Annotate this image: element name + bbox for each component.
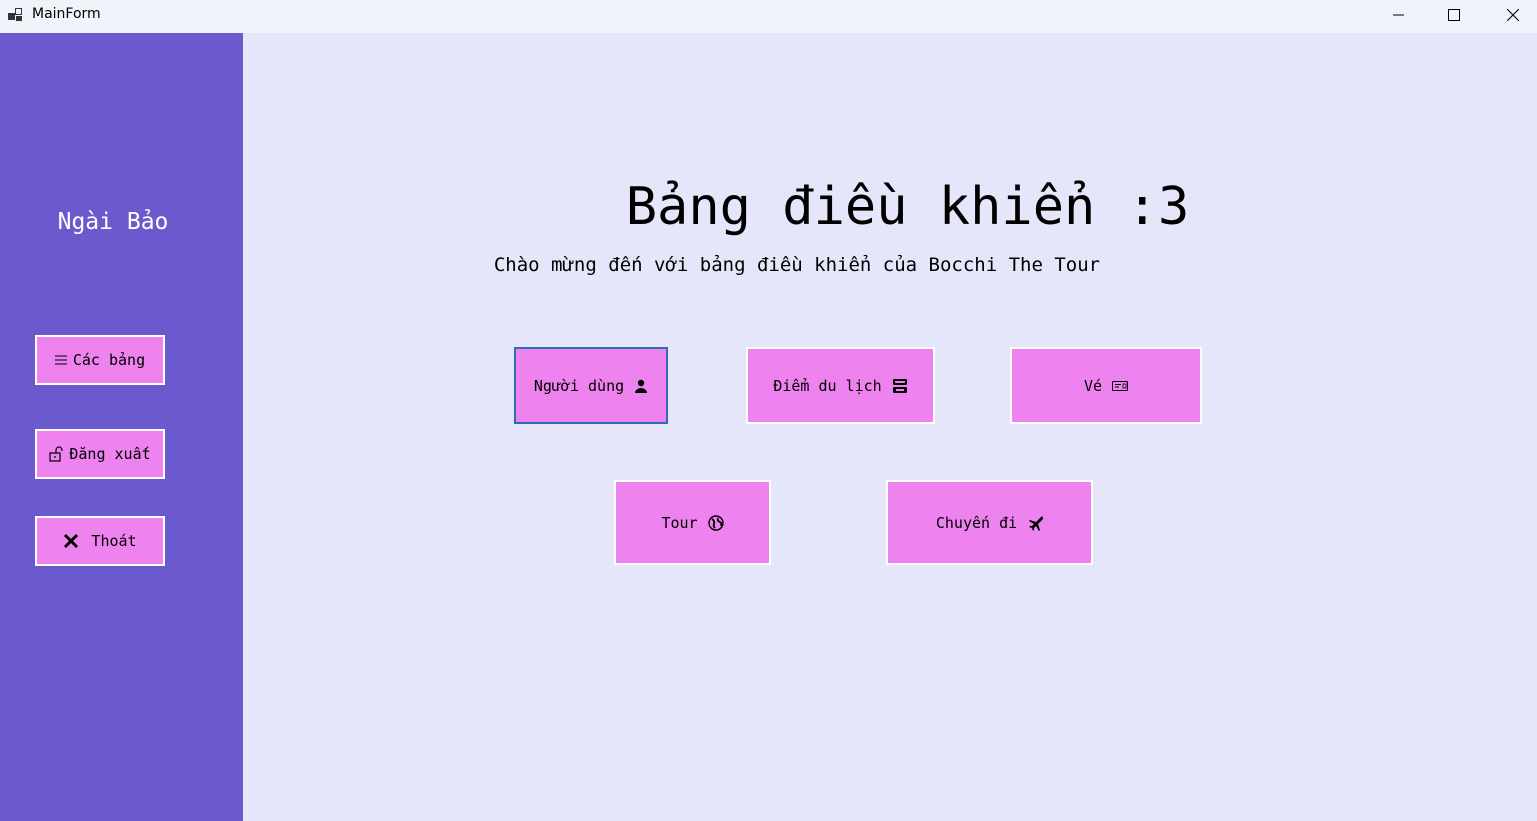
sidebar: Ngài Bảo Các bảng Đăng xuất Thoát xyxy=(0,33,243,821)
title-bar[interactable]: MainForm xyxy=(0,0,1537,33)
tickets-tile-label: Vé xyxy=(1083,376,1103,395)
users-tile-button[interactable]: Người dùng xyxy=(514,347,668,424)
exit-button-label: Thoát xyxy=(91,532,137,550)
page-title: Bảng điều khiển :3 xyxy=(625,177,1190,237)
tables-button-label: Các bảng xyxy=(72,351,146,369)
minimize-button[interactable] xyxy=(1370,0,1428,30)
trips-tile-button[interactable]: Chuyến đi xyxy=(886,480,1093,565)
user-icon xyxy=(634,379,648,393)
users-tile-label: Người dùng xyxy=(533,376,625,395)
destinations-tile-button[interactable]: Điểm du lịch xyxy=(746,347,935,424)
exit-button[interactable]: Thoát xyxy=(35,516,165,566)
destinations-tile-label: Điểm du lịch xyxy=(773,376,882,395)
tour-tile-button[interactable]: Tour xyxy=(614,480,771,565)
page-subtitle: Chào mừng đến với bảng điều khiển của Bo… xyxy=(493,254,1101,276)
tickets-tile-button[interactable]: Vé xyxy=(1010,347,1202,424)
maximize-icon xyxy=(1448,9,1460,21)
close-button[interactable] xyxy=(1484,0,1537,30)
main-window: MainForm Ngài Bảo Các bảng Đăng xuất Tho… xyxy=(0,0,1537,821)
ticket-icon xyxy=(1112,380,1129,392)
trips-tile-label: Chuyến đi xyxy=(935,513,1018,532)
tour-tile-label: Tour xyxy=(661,513,698,532)
app-icon xyxy=(8,8,22,21)
window-title: MainForm xyxy=(32,6,101,22)
maximize-button[interactable] xyxy=(1425,0,1483,30)
logout-button[interactable]: Đăng xuất xyxy=(35,429,165,479)
logout-button-label: Đăng xuất xyxy=(69,445,151,463)
globe-icon xyxy=(707,514,724,531)
close-icon xyxy=(1507,9,1519,21)
tables-button[interactable]: Các bảng xyxy=(35,335,165,385)
destination-icon xyxy=(892,378,908,394)
user-name: Ngài Bảo xyxy=(57,209,169,235)
minimize-icon xyxy=(1393,14,1404,16)
unlock-icon xyxy=(49,446,63,462)
airplane-icon xyxy=(1027,515,1044,531)
menu-icon xyxy=(54,354,67,366)
close-x-icon xyxy=(63,533,79,549)
